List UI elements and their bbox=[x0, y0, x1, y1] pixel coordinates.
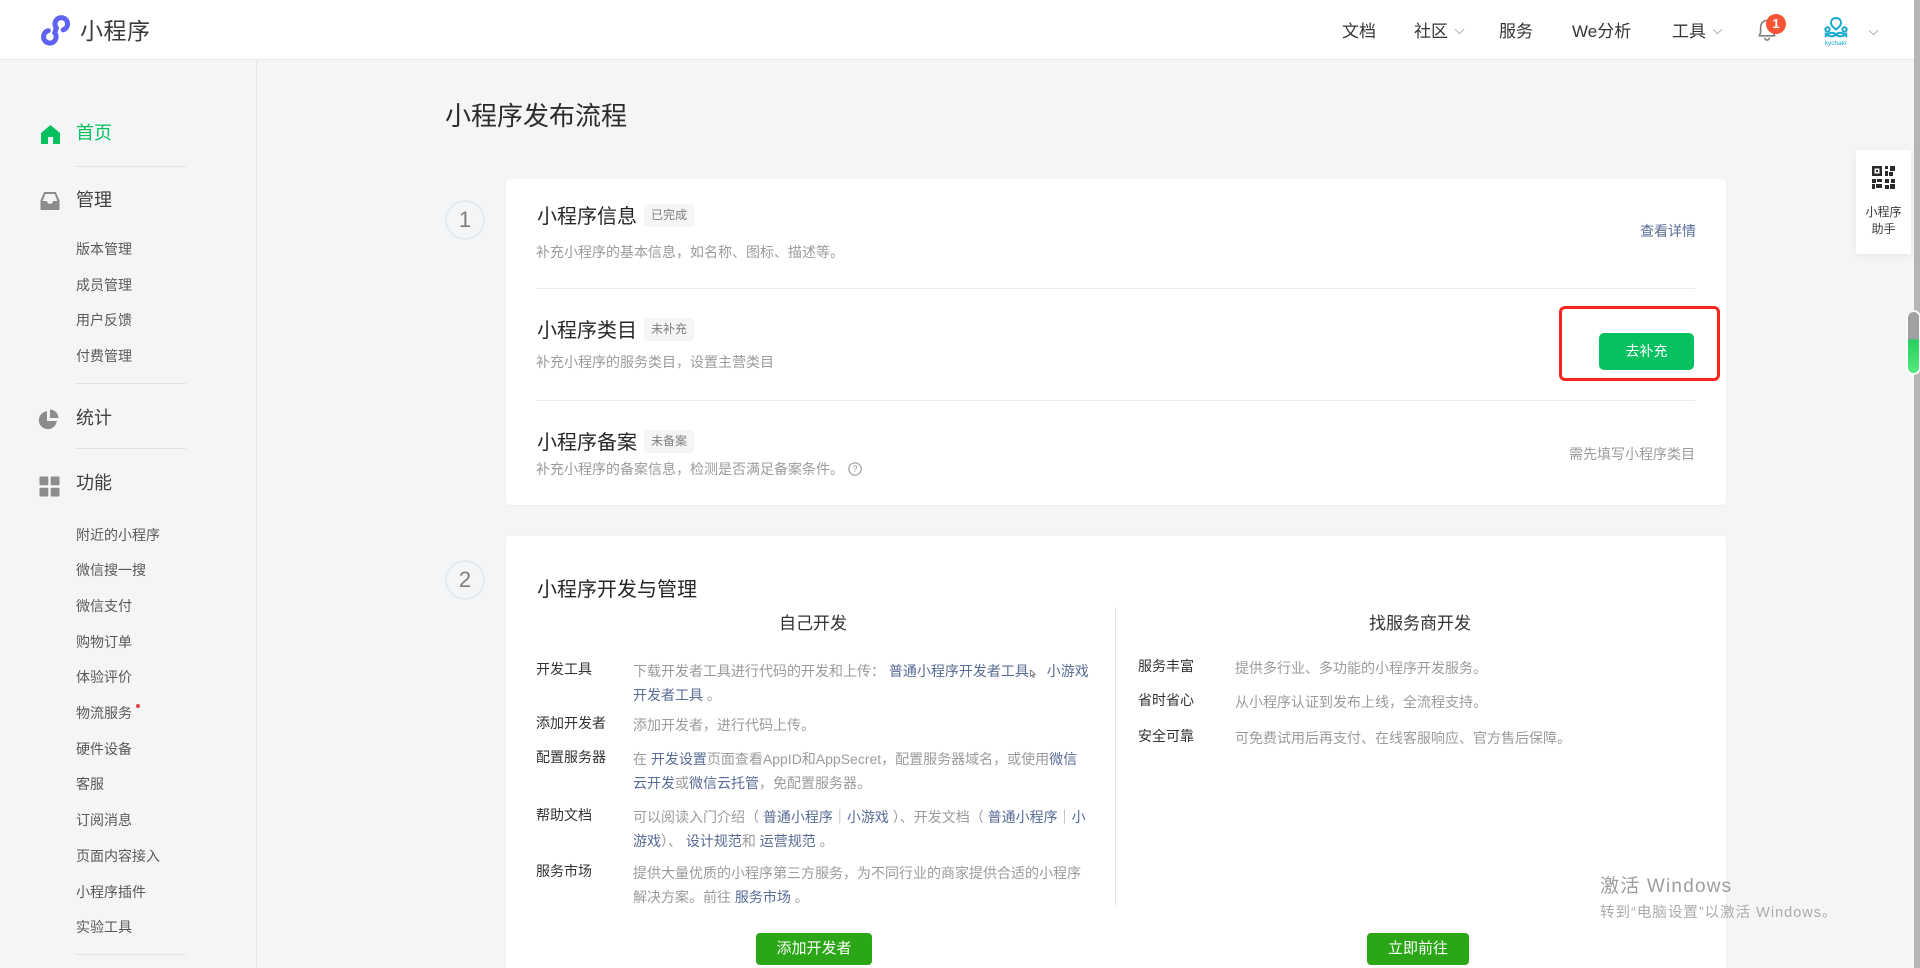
svg-text:?: ? bbox=[852, 464, 857, 474]
svg-text:kychakr: kychakr bbox=[1825, 40, 1848, 47]
